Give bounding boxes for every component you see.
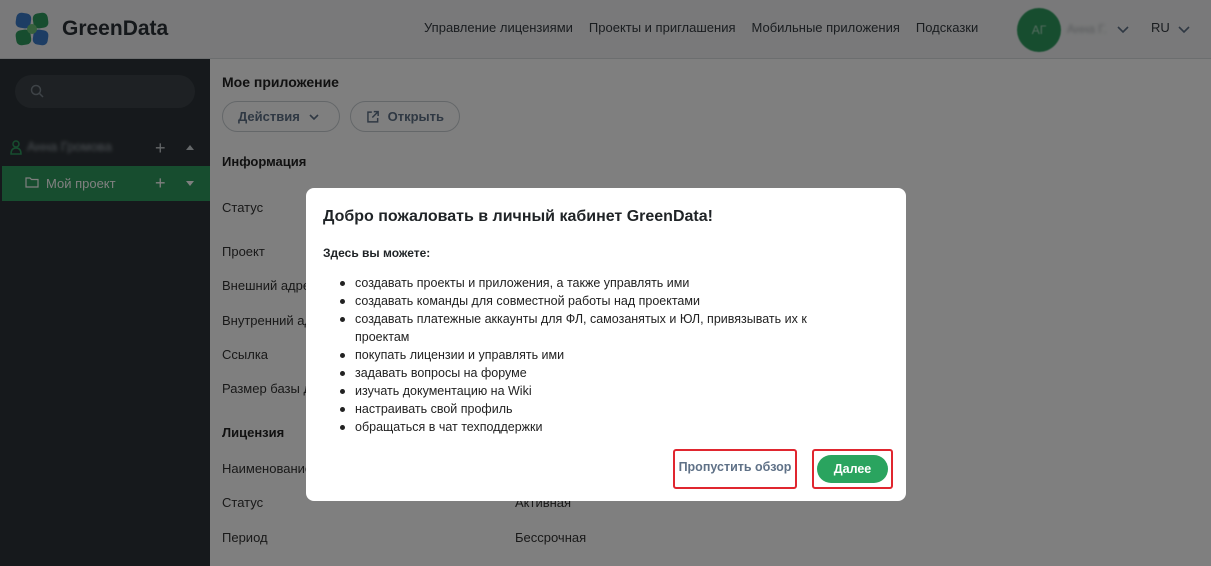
skip-tour-button[interactable]: Пропустить обзор — [678, 460, 792, 474]
skip-highlight: Пропустить обзор — [673, 449, 797, 489]
list-item: создавать проекты и приложения, а также … — [337, 274, 857, 292]
feature-list: создавать проекты и приложения, а также … — [337, 274, 857, 436]
list-item: создавать платежные аккаунты для ФЛ, сам… — [337, 310, 857, 346]
list-item: настраивать свой профиль — [337, 400, 857, 418]
next-button[interactable]: Далее — [817, 455, 888, 483]
list-item: создавать команды для совместной работы … — [337, 292, 857, 310]
welcome-modal: Добро пожаловать в личный кабинет GreenD… — [306, 188, 906, 501]
list-item: изучать документацию на Wiki — [337, 382, 857, 400]
list-item: задавать вопросы на форуме — [337, 364, 857, 382]
next-highlight: Далее — [812, 449, 893, 489]
modal-subtitle: Здесь вы можете: — [323, 246, 431, 260]
list-item: обращаться в чат техподдержки — [337, 418, 857, 436]
list-item: покупать лицензии и управлять ими — [337, 346, 857, 364]
modal-title: Добро пожаловать в личный кабинет GreenD… — [323, 208, 713, 225]
